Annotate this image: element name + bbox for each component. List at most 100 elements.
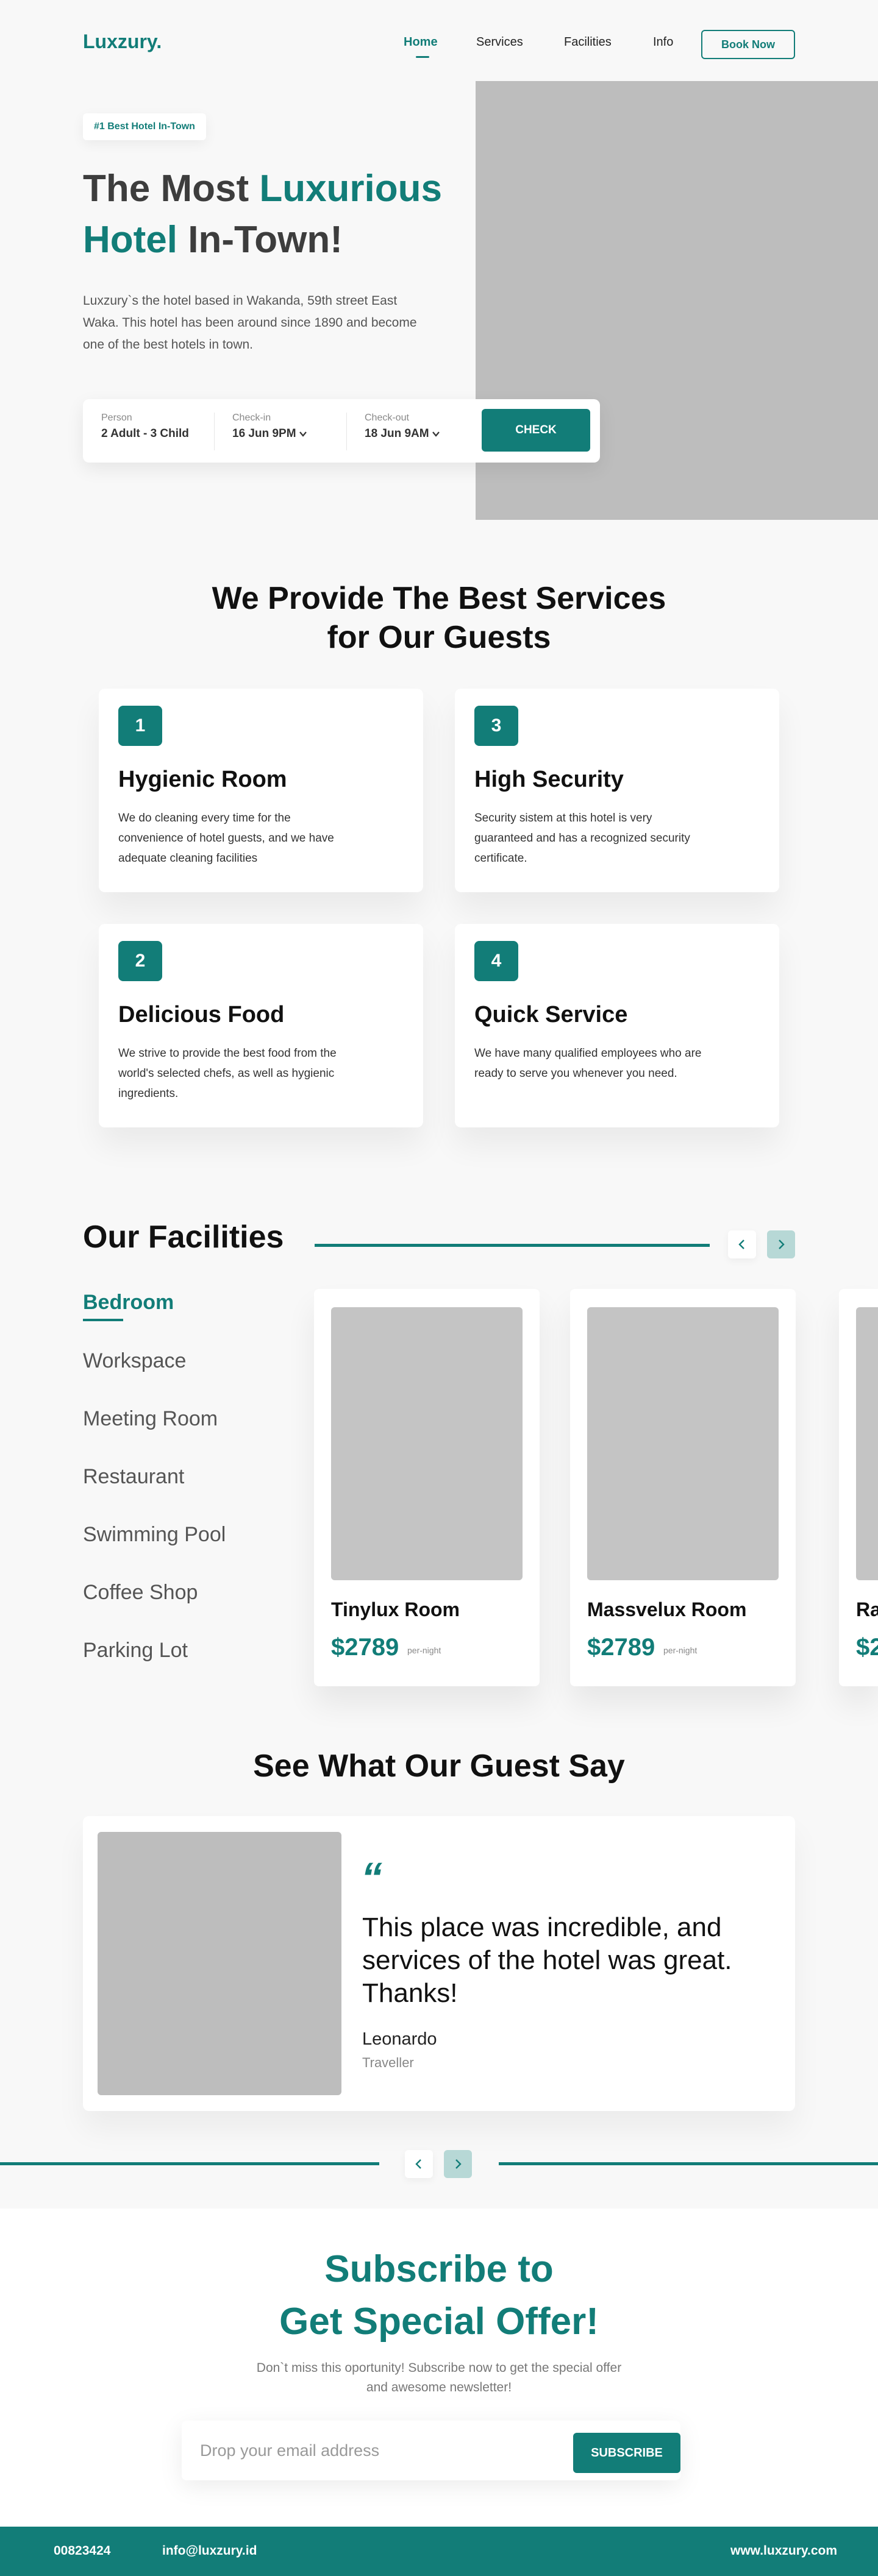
service-title: Hygienic Room [118, 767, 287, 792]
subscribe-desc-line2: and awesome newsletter! [366, 2380, 512, 2394]
services-title: We Provide The Best Services for Our Gue… [0, 579, 878, 657]
room-image [856, 1307, 878, 1580]
checkin-value: 16 Jun 9PM [232, 427, 307, 441]
chevron-down-icon [432, 431, 440, 437]
nav-item-services[interactable]: Services [476, 35, 523, 49]
room-price: $2 [856, 1634, 878, 1661]
nav-item-facilities[interactable]: Facilities [564, 35, 612, 49]
booking-divider [346, 413, 347, 450]
facility-tab-restaurant[interactable]: Restaurant [83, 1465, 184, 1489]
service-number: 1 [118, 706, 162, 746]
service-card: 3 High Security Security sistem at this … [455, 689, 779, 892]
subscribe-description: Don`t miss this oportunity! Subscribe no… [0, 2358, 878, 2397]
chevron-right-icon [779, 1240, 785, 1249]
room-price: $2789 [587, 1634, 655, 1661]
checkout-value-text: 18 Jun 9AM [365, 427, 429, 440]
guest-name: Leonardo [362, 2029, 437, 2049]
room-price-unit: per-night [407, 1645, 441, 1655]
testimonial-text: This place was incredible, and services … [362, 1912, 732, 2008]
footer-phone[interactable]: 00823424 [54, 2544, 110, 2558]
room-name: Ra [856, 1598, 878, 1620]
hero-title-part2: In-Town! [177, 219, 343, 261]
facilities-divider [315, 1244, 710, 1247]
room-image [331, 1307, 523, 1580]
page: Luxzury. Home Services Facilities Info B… [0, 0, 878, 2576]
person-field[interactable]: Person 2 Adult - 3 Child [101, 413, 189, 441]
booking-divider [214, 413, 215, 450]
hero-description: Luxzury`s the hotel based in Wakanda, 59… [83, 294, 417, 352]
footer-website[interactable]: www.luxzury.com [730, 2544, 837, 2558]
testimonial-next-button[interactable] [444, 2150, 472, 2178]
subscribe-title-line2: Get Special Offer! [279, 2301, 599, 2343]
checkin-label: Check-in [232, 413, 271, 423]
checkin-field[interactable]: Check-in 16 Jun 9PM [232, 413, 307, 441]
chevron-right-icon [455, 2159, 462, 2169]
booking-bar: Person 2 Adult - 3 Child Check-in 16 Jun… [83, 399, 600, 463]
facility-tab-indicator [83, 1319, 123, 1321]
room-image [587, 1307, 779, 1580]
service-title: Quick Service [474, 1002, 628, 1027]
subscribe-title: Subscribe to Get Special Offer! [0, 2243, 878, 2348]
hero-title: The Most Luxurious Hotel In-Town! [83, 163, 473, 266]
testimonial-divider-right [499, 2162, 878, 2165]
person-label: Person [101, 413, 132, 423]
services-title-line2: for Our Guests [327, 620, 551, 655]
room-name: Massvelux Room [587, 1598, 747, 1620]
facilities-prev-button[interactable] [728, 1230, 756, 1258]
footer: 00823424 info@luxzury.id www.luxzury.com [0, 2527, 878, 2576]
facility-tab-meeting-room[interactable]: Meeting Room [83, 1407, 218, 1431]
testimonial-divider-left [0, 2162, 379, 2165]
service-number: 2 [118, 941, 162, 981]
facility-tab-swimming-pool[interactable]: Swimming Pool [83, 1523, 226, 1547]
chevron-left-icon [738, 1240, 744, 1249]
service-card: 1 Hygienic Room We do cleaning every tim… [99, 689, 423, 892]
subscribe-title-line1: Subscribe to [324, 2248, 554, 2290]
testimonial-prev-button[interactable] [405, 2150, 433, 2178]
nav-active-indicator [416, 56, 429, 58]
room-card[interactable]: Massvelux Room $2789 per-night [570, 1289, 796, 1686]
facilities-title: Our Facilities [83, 1219, 284, 1255]
facilities-next-button[interactable] [767, 1230, 795, 1258]
guest-photo [98, 1832, 341, 2095]
service-card: 2 Delicious Food We strive to provide th… [99, 924, 423, 1127]
facility-tab-coffee-shop[interactable]: Coffee Shop [83, 1581, 198, 1605]
room-name: Tinylux Room [331, 1598, 460, 1620]
facility-tab-bedroom[interactable]: Bedroom [83, 1291, 174, 1315]
service-title: Delicious Food [118, 1002, 285, 1027]
testimonial-card: “ This place was incredible, and service… [83, 1816, 795, 2111]
nav-item-home[interactable]: Home [404, 35, 438, 49]
service-number: 4 [474, 941, 518, 981]
subscribe-button[interactable]: SUBSCRIBE [573, 2433, 680, 2473]
check-button[interactable]: CHECK [482, 409, 590, 452]
room-card[interactable]: Tinylux Room $2789 per-night [314, 1289, 540, 1686]
services-title-line1: We Provide The Best Services [212, 581, 666, 616]
book-now-button[interactable]: Book Now [701, 30, 795, 59]
subscribe-desc-line1: Don`t miss this oportunity! Subscribe no… [256, 2361, 622, 2375]
facility-tab-parking-lot[interactable]: Parking Lot [83, 1639, 188, 1662]
chevron-down-icon [299, 431, 307, 437]
checkin-value-text: 16 Jun 9PM [232, 427, 296, 440]
nav-item-info[interactable]: Info [653, 35, 673, 49]
chevron-left-icon [415, 2159, 421, 2169]
checkout-label: Check-out [365, 413, 409, 423]
guest-role: Traveller [362, 2055, 414, 2070]
checkout-field[interactable]: Check-out 18 Jun 9AM [365, 413, 440, 441]
footer-email[interactable]: info@luxzury.id [162, 2544, 257, 2558]
service-title: High Security [474, 767, 624, 792]
service-description: We strive to provide the best food from … [118, 1047, 337, 1100]
room-card[interactable]: Ra $2 [839, 1289, 878, 1686]
facility-tab-workspace[interactable]: Workspace [83, 1349, 186, 1373]
service-description: We do cleaning every time for the conven… [118, 812, 334, 865]
subscribe-section: Subscribe to Get Special Offer! Don`t mi… [0, 2209, 878, 2527]
hero-title-accent2: Hotel [83, 219, 177, 261]
room-price-unit: per-night [663, 1645, 698, 1655]
service-description: We have many qualified employees who are… [474, 1047, 702, 1080]
hero-title-part1: The Most [83, 168, 260, 210]
person-value: 2 Adult - 3 Child [101, 427, 189, 440]
service-card: 4 Quick Service We have many qualified e… [455, 924, 779, 1127]
subscribe-form: SUBSCRIBE [182, 2421, 680, 2480]
quote-icon: “ [361, 1854, 382, 1901]
hero-title-accent1: Luxurious [259, 168, 443, 210]
service-description: Security sistem at this hotel is very gu… [474, 812, 690, 865]
email-input[interactable] [200, 2435, 541, 2466]
